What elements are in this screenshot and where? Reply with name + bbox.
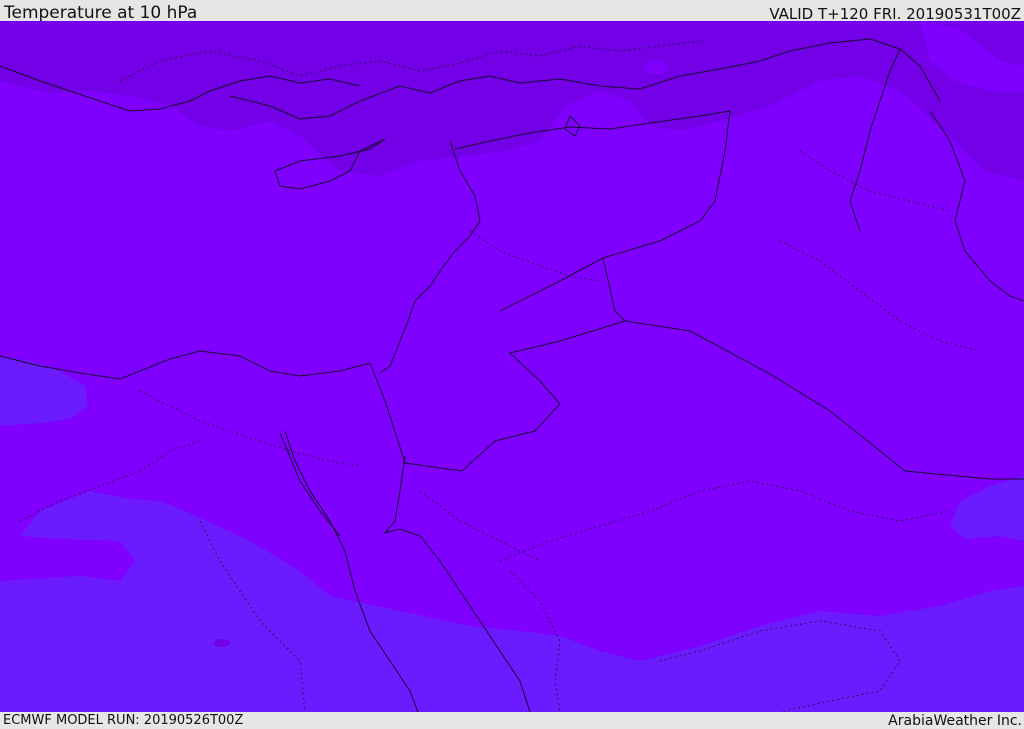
header-bar: Temperature at 10 hPa VALID T+120 FRI. 2…	[0, 0, 1024, 23]
map-title: Temperature at 10 hPa	[4, 3, 198, 23]
weather-map[interactable]	[0, 21, 1024, 712]
map-canvas	[0, 21, 1024, 712]
model-run: ECMWF MODEL RUN: 20190526T00Z	[3, 713, 244, 728]
temperature-cell	[644, 60, 668, 74]
temperature-cell-small	[214, 639, 230, 647]
footer-bar: ECMWF MODEL RUN: 20190526T00Z ArabiaWeat…	[0, 712, 1024, 729]
credit-text: ArabiaWeather Inc.	[888, 713, 1022, 729]
